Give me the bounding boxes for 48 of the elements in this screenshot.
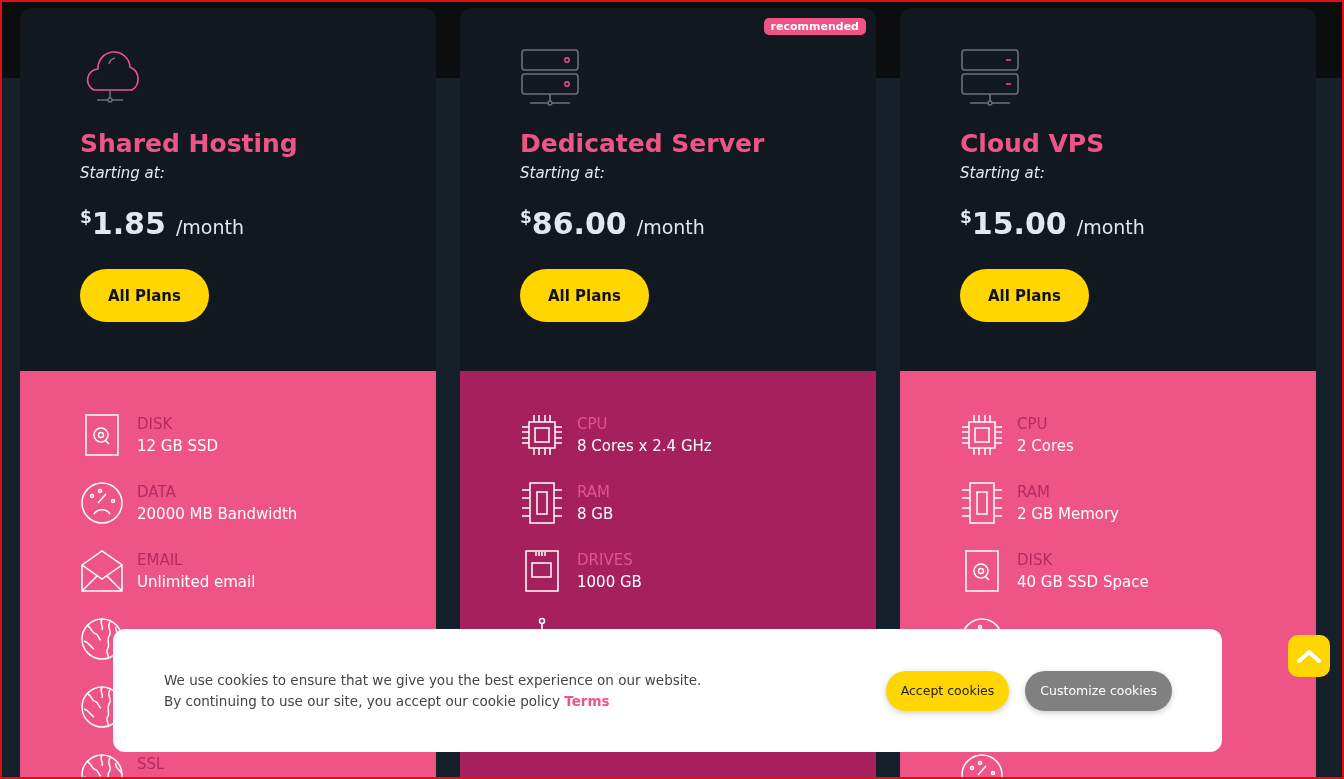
envelope-icon [80,549,124,593]
cpu-chip-icon [960,413,1004,457]
feature-value: 20000 MB Bandwidth [137,504,298,525]
memory-chip-icon [960,481,1004,525]
customize-cookies-button[interactable]: Customize cookies [1025,670,1172,711]
price: $^{$}$1.85 [80,206,166,241]
feature-value: 12 GB SSD [137,436,219,457]
feature-label: DATA [137,482,177,503]
recommended-badge: recommended [763,18,866,35]
feature-value: 2 Cores [1017,436,1074,457]
chevron-up-icon [1296,648,1322,664]
cookie-notice: We use cookies to ensure that we give you the best experience on our website. By continuing to use our site, you accept our cookie policy Terms [164,670,703,711]
feature-label: EMAIL [137,550,184,571]
price: $^{$}$86.00 [520,206,627,241]
starting-at-label: Starting at: [960,164,1045,182]
feature-label: CPU [1017,414,1049,435]
plan-title: Shared Hosting [80,128,299,160]
feature-value: Unlimited email [137,572,256,593]
feature-value: 40 GB SSD Space [1017,572,1149,593]
server-icon [520,48,582,106]
starting-at-label: Starting at: [80,164,165,182]
feature-label: DISK [137,414,174,435]
feature-label: RAM [577,482,612,503]
feature-label: RAM [1017,482,1052,503]
accept-cookies-button[interactable]: Accept cookies [885,670,1010,711]
price-period: /month [1076,216,1145,238]
starting-at-label: Starting at: [520,164,605,182]
all-plans-button[interactable]: All Plans [80,269,209,322]
plan-title: Dedicated Server [520,128,766,160]
scroll-to-top-button[interactable] [1288,635,1330,677]
gauge-icon [80,481,124,525]
memory-chip-icon [520,481,564,525]
feature-label: DISK [1017,550,1054,571]
price-period: /month [175,216,244,238]
feature-value: 2 GB Memory [1017,504,1119,525]
feature-label: CPU [577,414,609,435]
all-plans-button[interactable]: All Plans [520,269,649,322]
server-icon [960,48,1022,106]
price: $^{$}$15.00 [960,206,1067,241]
feature-label: DRIVES [577,550,634,571]
price-period: /month [636,216,705,238]
feature-label: SSL [137,754,165,775]
feature-value: 8 Cores x 2.4 GHz [577,436,712,457]
cpu-chip-icon [520,413,564,457]
feature-value: 8 GB [577,504,614,525]
all-plans-button[interactable]: All Plans [960,269,1089,322]
feature-value: 1000 GB [577,572,642,593]
plan-title: Cloud VPS [960,128,1106,160]
